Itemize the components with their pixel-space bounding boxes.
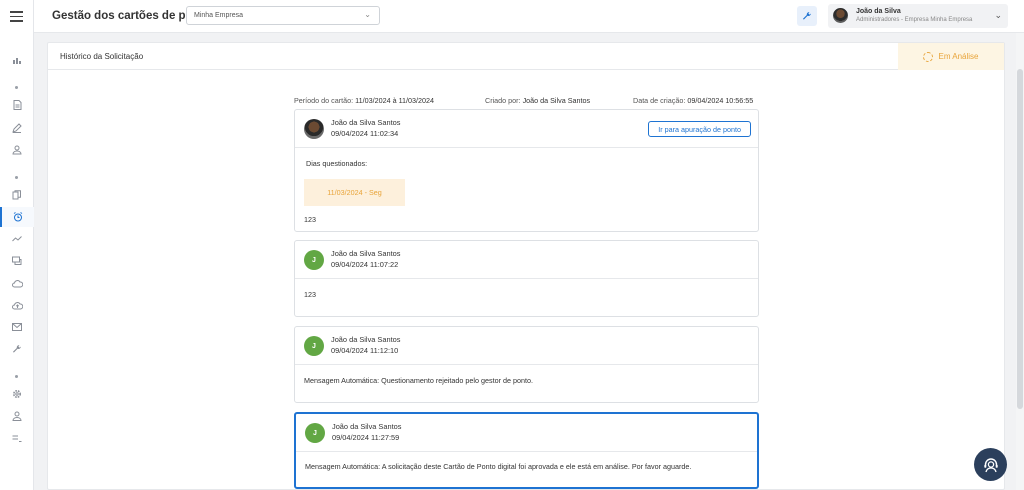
created-at-label: Data de criação: [633, 96, 686, 105]
company-select-value: Minha Empresa [194, 12, 244, 19]
period-label: Período do cartão: [294, 96, 354, 105]
questioned-day-chip[interactable]: 11/03/2024 - Seg [304, 179, 405, 206]
headset-icon [983, 457, 998, 472]
period-info: Período do cartão: 11/03/2024 à 11/03/20… [294, 96, 434, 105]
message-header: João da Silva Santos 09/04/2024 11:02:34… [295, 110, 758, 148]
created-by-value: João da Silva Santos [522, 96, 591, 105]
gear-icon[interactable] [0, 384, 34, 404]
message-header: J João da Silva Santos 09/04/2024 11:27:… [296, 414, 757, 452]
message-body: Dias questionados: 11/03/2024 - Seg 123 [295, 148, 758, 232]
message-date: 09/04/2024 11:07:22 [331, 260, 399, 269]
avatar: J [304, 336, 324, 356]
message-body: Mensagem Automática: Questionamento reje… [295, 365, 758, 403]
status-badge: Em Análise [898, 43, 1004, 70]
message-text: Mensagem Automática: A solicitação deste… [305, 462, 692, 471]
avatar [304, 119, 324, 139]
copy-icon[interactable] [0, 185, 34, 205]
period-value: 11/03/2024 à 11/03/2024 [355, 96, 435, 105]
list-icon[interactable] [0, 428, 34, 448]
go-to-time-calculation-button[interactable]: Ir para apuração de ponto [648, 121, 751, 137]
hamburger-menu-icon[interactable] [10, 11, 23, 22]
page-title: Histórico da Solicitação [60, 52, 144, 61]
message-text: Mensagem Automática: Questionamento reje… [304, 376, 533, 385]
message-header: J João da Silva Santos 09/04/2024 11:07:… [295, 241, 758, 279]
request-history-card: Histórico da Solicitação Em Análise Perí… [47, 42, 1005, 490]
history-message-selected[interactable]: J João da Silva Santos 09/04/2024 11:27:… [294, 412, 759, 489]
message-date: 09/04/2024 11:27:59 [332, 433, 400, 442]
questioned-days-label: Dias questionados: [306, 159, 368, 168]
alarm-clock-icon[interactable] [0, 207, 34, 227]
tools-button[interactable] [797, 6, 817, 26]
avatar [833, 8, 848, 23]
cloud-icon[interactable] [0, 273, 34, 293]
user-menu[interactable]: João da Silva Administradores - Empresa … [828, 4, 1008, 28]
trend-icon[interactable] [0, 229, 34, 249]
document-icon[interactable] [0, 95, 34, 115]
message-body: 123 [295, 279, 758, 317]
wrench-icon [803, 11, 811, 20]
sidebar-separator-dot [15, 176, 18, 179]
created-by-info: Criado por: João da Silva Santos [485, 96, 590, 105]
user-icon[interactable] [0, 140, 34, 160]
sidebar-separator-dot [15, 375, 18, 378]
support-chat-button[interactable] [974, 448, 1007, 481]
company-select[interactable]: Minha Empresa ⌄ [186, 6, 380, 25]
message-date: 09/04/2024 11:02:34 [331, 129, 399, 138]
created-at-value: 09/04/2024 10:56:55 [687, 96, 754, 105]
mail-icon[interactable] [0, 317, 34, 337]
user-name: João da Silva [856, 8, 901, 15]
message-text: 123 [304, 215, 316, 224]
message-author: João da Silva Santos [332, 422, 402, 431]
message-author: João da Silva Santos [331, 335, 401, 344]
scrollbar[interactable] [1016, 33, 1024, 490]
message-author: João da Silva Santos [331, 118, 401, 127]
avatar: J [305, 423, 325, 443]
scrollbar-thumb[interactable] [1017, 69, 1023, 409]
sidebar-separator-dot [15, 86, 18, 89]
chevron-down-icon: ⌄ [364, 10, 371, 19]
spinner-icon [923, 51, 934, 62]
message-body: Mensagem Automática: A solicitação deste… [296, 452, 757, 487]
chevron-down-icon: ⌄ [994, 10, 1002, 20]
message-text: 123 [304, 290, 316, 299]
user-role: Administradores - Empresa Minha Empresa [856, 17, 973, 23]
chat-icon[interactable] [0, 251, 34, 271]
chart-icon[interactable] [0, 50, 34, 70]
sidebar [0, 0, 34, 490]
card-header: Histórico da Solicitação Em Análise [48, 43, 1004, 70]
message-date: 09/04/2024 11:12:10 [331, 346, 399, 355]
status-label: Em Análise [938, 52, 979, 61]
message-header: J João da Silva Santos 09/04/2024 11:12:… [295, 327, 758, 365]
history-message: J João da Silva Santos 09/04/2024 11:12:… [294, 326, 759, 403]
top-header: Gestão dos cartões de ponto Minha Empres… [34, 0, 1024, 33]
cloud-upload-icon[interactable] [0, 295, 34, 315]
pencil-icon[interactable] [0, 118, 34, 138]
created-at-info: Data de criação: 09/04/2024 10:56:55 [633, 96, 753, 105]
created-by-label: Criado por: [485, 96, 521, 105]
person-icon[interactable] [0, 406, 34, 426]
history-message: João da Silva Santos 09/04/2024 11:02:34… [294, 109, 759, 232]
wrench-icon[interactable] [0, 339, 34, 359]
message-author: João da Silva Santos [331, 249, 401, 258]
history-message: J João da Silva Santos 09/04/2024 11:07:… [294, 240, 759, 317]
avatar: J [304, 250, 324, 270]
